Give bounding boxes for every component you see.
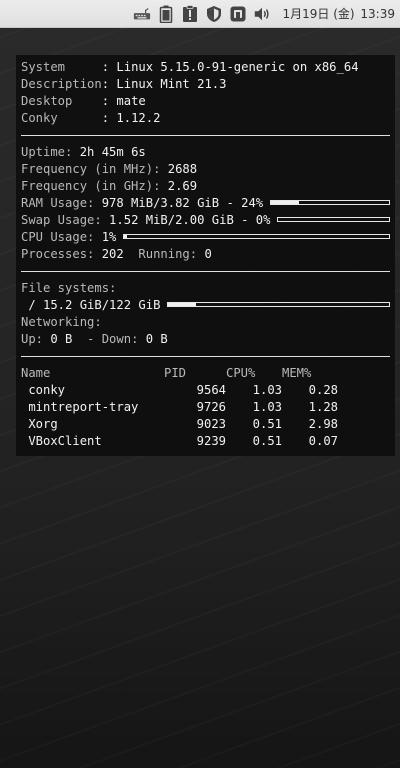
system-tray [133,4,271,23]
processes-label: Processes: [21,247,95,261]
panel-clock[interactable]: 1月19日 (金) 13:39 [281,5,396,22]
description-label: Description [21,77,102,91]
swap-value: 1.52 MiB/2.00 GiB - 0% [101,213,271,227]
freq-mhz-row: Frequency (in MHz): 2688 [21,161,390,178]
process-cpu: 1.03 [252,400,282,414]
process-pid: 9564 [196,383,226,397]
cpu-usage-bar [123,234,390,239]
filesystems-title: File systems: [21,281,117,295]
up-value: 0 B [43,332,73,346]
keyboard-icon[interactable] [133,5,151,23]
cpu-label: CPU Usage: [21,230,95,244]
uptime-label: Uptime: [21,145,73,159]
uptime-value: 2h 45m 6s [72,145,146,159]
root-fs-value: / 15.2 GiB/122 GiB [21,298,161,312]
cpu-value: 1% [94,230,117,244]
divider [21,135,390,136]
networking-title-row: Networking: [21,314,390,331]
desktop-row: Desktop : mate [21,93,390,110]
root-fs-row: / 15.2 GiB/122 GiB [21,297,390,314]
conky-version-label: Conky [21,111,102,125]
freq-ghz-label: Frequency (in GHz): [21,179,161,193]
ram-label: RAM Usage: [21,196,95,210]
divider [21,356,390,357]
freq-ghz-row: Frequency (in GHz): 2.69 [21,178,390,195]
conky-version-row: Conky : 1.12.2 [21,110,390,127]
col-cpu-header: CPU% [226,366,256,380]
top-panel: 1月19日 (金) 13:39 [0,0,400,28]
freq-ghz-value: 2.69 [160,179,198,193]
ram-usage-bar [270,200,390,205]
col-name-header: Name [21,366,51,380]
process-name: conky [21,383,66,397]
ram-usage-bar-fill [271,201,300,204]
uptime-row: Uptime: 2h 45m 6s [21,144,390,161]
col-mem-header: MEM% [282,366,312,380]
process-mem: 0.28 [308,383,338,397]
network-speed-row: Up: 0 B - Down: 0 B [21,331,390,348]
process-mem: 1.28 [308,400,338,414]
shield-icon[interactable] [205,5,223,23]
ram-value: 978 MiB/3.82 GiB - 24% [94,196,264,210]
network-icon[interactable] [229,5,247,23]
process-pid: 9726 [196,400,226,414]
process-cpu: 0.51 [252,417,282,431]
table-row: Xorg 9023 0.51 2.98 [21,416,338,433]
root-fs-bar [167,302,390,307]
running-label: Running: [123,247,198,261]
up-label: Up: [21,332,44,346]
desktop-value: : mate [101,94,146,108]
cpu-usage-bar-fill [124,235,128,238]
clock-time: 13:39 [360,7,395,21]
description-row: Description: Linux Mint 21.3 [21,76,390,93]
battery-icon[interactable] [157,5,175,23]
process-pid: 9023 [196,417,226,431]
process-table-header: Name PID CPU% MEM% [21,365,338,382]
process-name: mintreport-tray [21,400,139,414]
system-value: : Linux 5.15.0-91-generic on x86_64 [101,60,359,74]
system-label: System [21,60,102,74]
process-mem: 2.98 [308,417,338,431]
running-value: 0 [197,247,212,261]
table-row: VBoxClient 9239 0.51 0.07 [21,433,338,450]
processes-row: Processes: 202 Running: 0 [21,246,390,263]
swap-row: Swap Usage: 1.52 MiB/2.00 GiB - 0% [21,212,390,229]
processes-value: 202 [94,247,124,261]
root-fs-bar-fill [168,303,196,306]
volume-icon[interactable] [253,5,271,23]
clock-date: 1月19日 (金) [282,7,355,21]
conky-version-value: : 1.12.2 [101,111,161,125]
networking-title: Networking: [21,315,102,329]
freq-mhz-value: 2688 [160,162,198,176]
process-name: Xorg [21,417,58,431]
ram-row: RAM Usage: 978 MiB/3.82 GiB - 24% [21,195,390,212]
divider [21,271,390,272]
process-pid: 9239 [196,434,226,448]
process-cpu: 0.51 [252,434,282,448]
process-mem: 0.07 [308,434,338,448]
desktop-label: Desktop [21,94,102,108]
filesystems-title-row: File systems: [21,280,390,297]
col-pid-header: PID [164,366,187,380]
process-table: Name PID CPU% MEM% conky 9564 1.03 0.28 … [21,365,338,450]
table-row: mintreport-tray 9726 1.03 1.28 [21,399,338,416]
down-label: - Down: [72,332,139,346]
description-value: : Linux Mint 21.3 [101,77,227,91]
down-value: 0 B [138,332,168,346]
process-name: VBoxClient [21,434,102,448]
table-row: conky 9564 1.03 0.28 [21,382,338,399]
conky-window: System : Linux 5.15.0-91-generic on x86_… [16,55,395,456]
update-alert-icon[interactable] [181,4,199,23]
cpu-row: CPU Usage: 1% [21,229,390,246]
system-row: System : Linux 5.15.0-91-generic on x86_… [21,59,390,76]
swap-usage-bar [277,217,390,222]
freq-mhz-label: Frequency (in MHz): [21,162,161,176]
swap-label: Swap Usage: [21,213,102,227]
process-cpu: 1.03 [252,383,282,397]
